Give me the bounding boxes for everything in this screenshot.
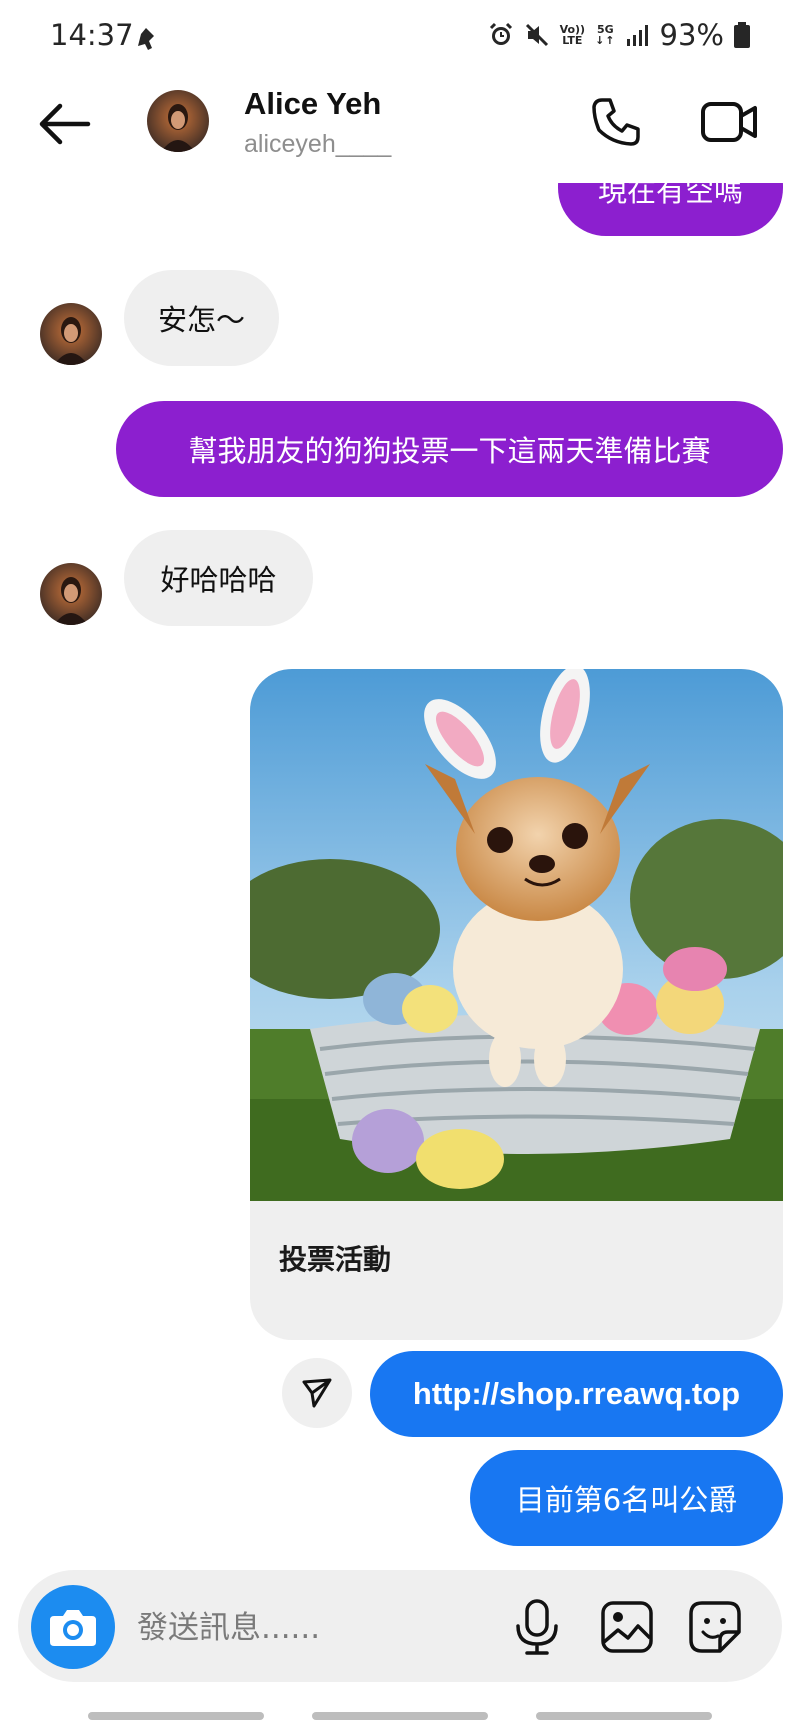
share-button[interactable] xyxy=(282,1358,352,1428)
avatar[interactable] xyxy=(40,563,102,625)
battery-percent: 93% xyxy=(659,18,724,52)
card-caption: 投票活動 xyxy=(279,1243,392,1276)
avatar[interactable] xyxy=(40,303,102,365)
card-image xyxy=(250,669,783,1201)
microphone-icon[interactable] xyxy=(512,1598,562,1656)
nav-pill-right[interactable] xyxy=(536,1712,712,1720)
alarm-icon xyxy=(489,22,512,45)
network-indicator: 5G ↓↑ xyxy=(595,23,616,47)
camera-icon xyxy=(50,1610,96,1646)
sticker-icon[interactable] xyxy=(688,1600,742,1654)
camera-button[interactable] xyxy=(31,1585,115,1669)
status-time: 14:37 xyxy=(50,18,134,52)
notification-icon xyxy=(138,28,154,50)
nav-pill-center[interactable] xyxy=(312,1712,488,1720)
mute-icon xyxy=(525,23,548,47)
battery-icon xyxy=(734,22,750,48)
send-icon xyxy=(302,1378,332,1408)
status-icons: Vo)) LTE 5G ↓↑ 93% xyxy=(488,18,750,52)
link-message[interactable]: http://shop.rreawq.top xyxy=(370,1351,783,1437)
signal-icon xyxy=(626,25,648,46)
message-bubble-outgoing[interactable]: 目前第6名叫公爵 xyxy=(470,1450,783,1546)
gallery-icon[interactable] xyxy=(600,1600,654,1654)
message-bubble-outgoing[interactable]: 幫我朋友的狗狗投票一下這兩天準備比賽 xyxy=(116,401,783,497)
volte-indicator: Vo)) LTE xyxy=(559,23,586,47)
contact-name: Alice Yeh xyxy=(244,86,382,121)
message-bubble-incoming[interactable]: 好哈哈哈 xyxy=(124,530,313,626)
message-input[interactable] xyxy=(135,1602,499,1654)
nav-pill-left[interactable] xyxy=(88,1712,264,1720)
message-bubble-incoming[interactable]: 安怎～ xyxy=(124,270,279,366)
